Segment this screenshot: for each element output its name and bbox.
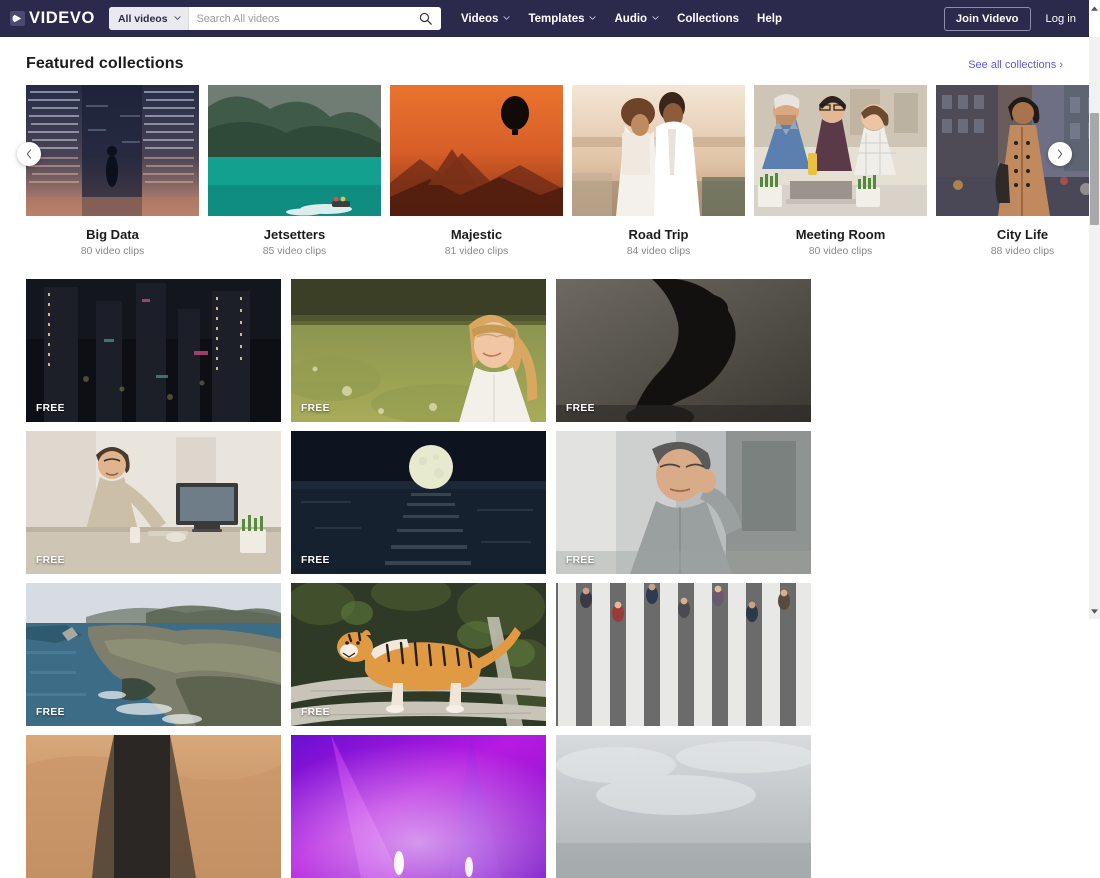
- nav-item-collections[interactable]: Collections: [677, 13, 739, 25]
- night-city-skyline-thumb: [26, 279, 281, 422]
- collection-card[interactable]: Meeting Room 80 video clips: [754, 85, 927, 257]
- video-card[interactable]: FREE: [26, 279, 281, 422]
- page-title: Featured collections: [26, 55, 184, 72]
- purple-light-thumb: [291, 735, 546, 878]
- video-card[interactable]: [556, 583, 811, 726]
- collection-count: 88 video clips: [990, 245, 1055, 257]
- video-card[interactable]: FREE: [556, 431, 811, 574]
- play-logo-icon: [10, 11, 25, 26]
- nav-label: Collections: [677, 12, 740, 25]
- big-data-thumb[interactable]: [26, 85, 199, 216]
- search-bar: All videos: [108, 7, 441, 30]
- video-card[interactable]: [291, 735, 546, 878]
- featured-collections-carousel: Big Data 80 video clips Jetsetters 85 vi…: [0, 85, 1100, 257]
- collection-card[interactable]: City Life 88 video clips: [936, 85, 1100, 257]
- see-all-collections-link[interactable]: See all collections ›: [968, 59, 1063, 71]
- nav-label: Audio: [614, 12, 648, 25]
- majestic-thumb[interactable]: [390, 85, 563, 216]
- crosswalk-aerial-thumb: [556, 583, 811, 726]
- join-videvo-button[interactable]: Join Videvo: [943, 6, 1031, 31]
- nav-label: Templates: [528, 12, 585, 25]
- nav-label: Help: [757, 12, 782, 25]
- road-trip-thumb[interactable]: [572, 85, 745, 216]
- chevron-down-icon: [652, 15, 659, 20]
- search-scope-label: All videos: [117, 12, 168, 25]
- page-content: Featured collections See all collections…: [0, 37, 1100, 878]
- collection-card[interactable]: Road Trip 84 video clips: [572, 85, 745, 257]
- jetsetters-thumb[interactable]: [208, 85, 381, 216]
- page-scrollbar[interactable]: [1089, 0, 1100, 619]
- scrollbar-thumb[interactable]: [1090, 113, 1099, 225]
- collection-count: 84 video clips: [626, 245, 691, 257]
- carousel-prev-button[interactable]: [17, 142, 41, 166]
- caret-up-icon: [1091, 6, 1098, 11]
- chevron-down-icon: [589, 15, 597, 20]
- stressed-man-thumb: [556, 431, 811, 574]
- search-input[interactable]: [188, 7, 411, 30]
- city-life-thumb[interactable]: [936, 85, 1100, 216]
- featured-collections-header: Featured collections See all collections…: [0, 37, 1089, 73]
- video-card[interactable]: FREE: [26, 431, 281, 574]
- girl-in-field-thumb: [291, 279, 546, 422]
- video-card[interactable]: FREE: [291, 431, 546, 574]
- video-results-grid: FREE FREE FREE FREE FREE FREE FREE FREE: [0, 279, 1089, 878]
- carousel-track: Big Data 80 video clips Jetsetters 85 vi…: [26, 85, 1100, 257]
- video-card[interactable]: FREE: [556, 279, 811, 422]
- video-card[interactable]: FREE: [26, 583, 281, 726]
- collection-name: Jetsetters: [263, 227, 326, 242]
- desert-dunes-thumb: [26, 735, 281, 878]
- collection-count: 81 video clips: [444, 245, 509, 257]
- meeting-room-thumb[interactable]: [754, 85, 927, 216]
- nav-label: Videos: [460, 12, 499, 25]
- carousel-next-button[interactable]: [1048, 142, 1072, 166]
- scroll-up-button[interactable]: [1089, 3, 1100, 14]
- site-header: VIDEVO All videos Videos Templates: [0, 0, 1089, 37]
- collection-card[interactable]: Jetsetters 85 video clips: [208, 85, 381, 257]
- search-icon: [420, 12, 433, 25]
- nav-item-help[interactable]: Help: [757, 13, 782, 25]
- chevron-right-icon: [1057, 149, 1063, 159]
- chevron-down-icon: [173, 15, 181, 20]
- scroll-down-button[interactable]: [1089, 606, 1100, 617]
- logo-text: VIDEVO: [29, 9, 95, 27]
- moon-over-ocean-thumb: [291, 431, 546, 574]
- search-scope-dropdown[interactable]: All videos: [108, 7, 189, 30]
- collection-name: City Life: [996, 227, 1049, 242]
- chevron-down-icon: [503, 15, 511, 20]
- nav-item-templates[interactable]: Templates: [528, 12, 597, 25]
- collection-name: Road Trip: [628, 227, 689, 242]
- tiger-on-logs-thumb: [291, 583, 546, 726]
- videvo-logo[interactable]: VIDEVO: [10, 9, 95, 28]
- collection-name: Majestic: [450, 227, 503, 242]
- chevron-left-icon: [26, 149, 32, 159]
- collection-name: Big Data: [86, 227, 139, 242]
- coastal-cliffs-thumb: [26, 583, 281, 726]
- nav-item-audio[interactable]: Audio: [614, 13, 659, 25]
- log-in-link[interactable]: Log in: [1046, 13, 1076, 25]
- video-card[interactable]: [556, 735, 811, 878]
- search-submit-button[interactable]: [410, 7, 441, 30]
- main-nav: Videos Templates Audio Collections Help: [461, 13, 800, 25]
- video-card[interactable]: FREE: [291, 583, 546, 726]
- grey-sky-thumb: [556, 735, 811, 878]
- collection-card[interactable]: Majestic 81 video clips: [390, 85, 563, 257]
- nav-item-videos[interactable]: Videos: [461, 13, 511, 25]
- silhouette-statue-thumb: [556, 279, 811, 422]
- collection-count: 85 video clips: [262, 245, 327, 257]
- auth-actions: Join Videvo Log in: [943, 0, 1076, 37]
- collection-name: Meeting Room: [795, 227, 886, 242]
- caret-down-icon: [1091, 609, 1098, 614]
- video-card[interactable]: [26, 735, 281, 878]
- collection-count: 80 video clips: [808, 245, 873, 257]
- video-card[interactable]: FREE: [291, 279, 546, 422]
- man-at-desk-thumb: [26, 431, 281, 574]
- collection-count: 80 video clips: [80, 245, 145, 257]
- collection-card[interactable]: Big Data 80 video clips: [26, 85, 199, 257]
